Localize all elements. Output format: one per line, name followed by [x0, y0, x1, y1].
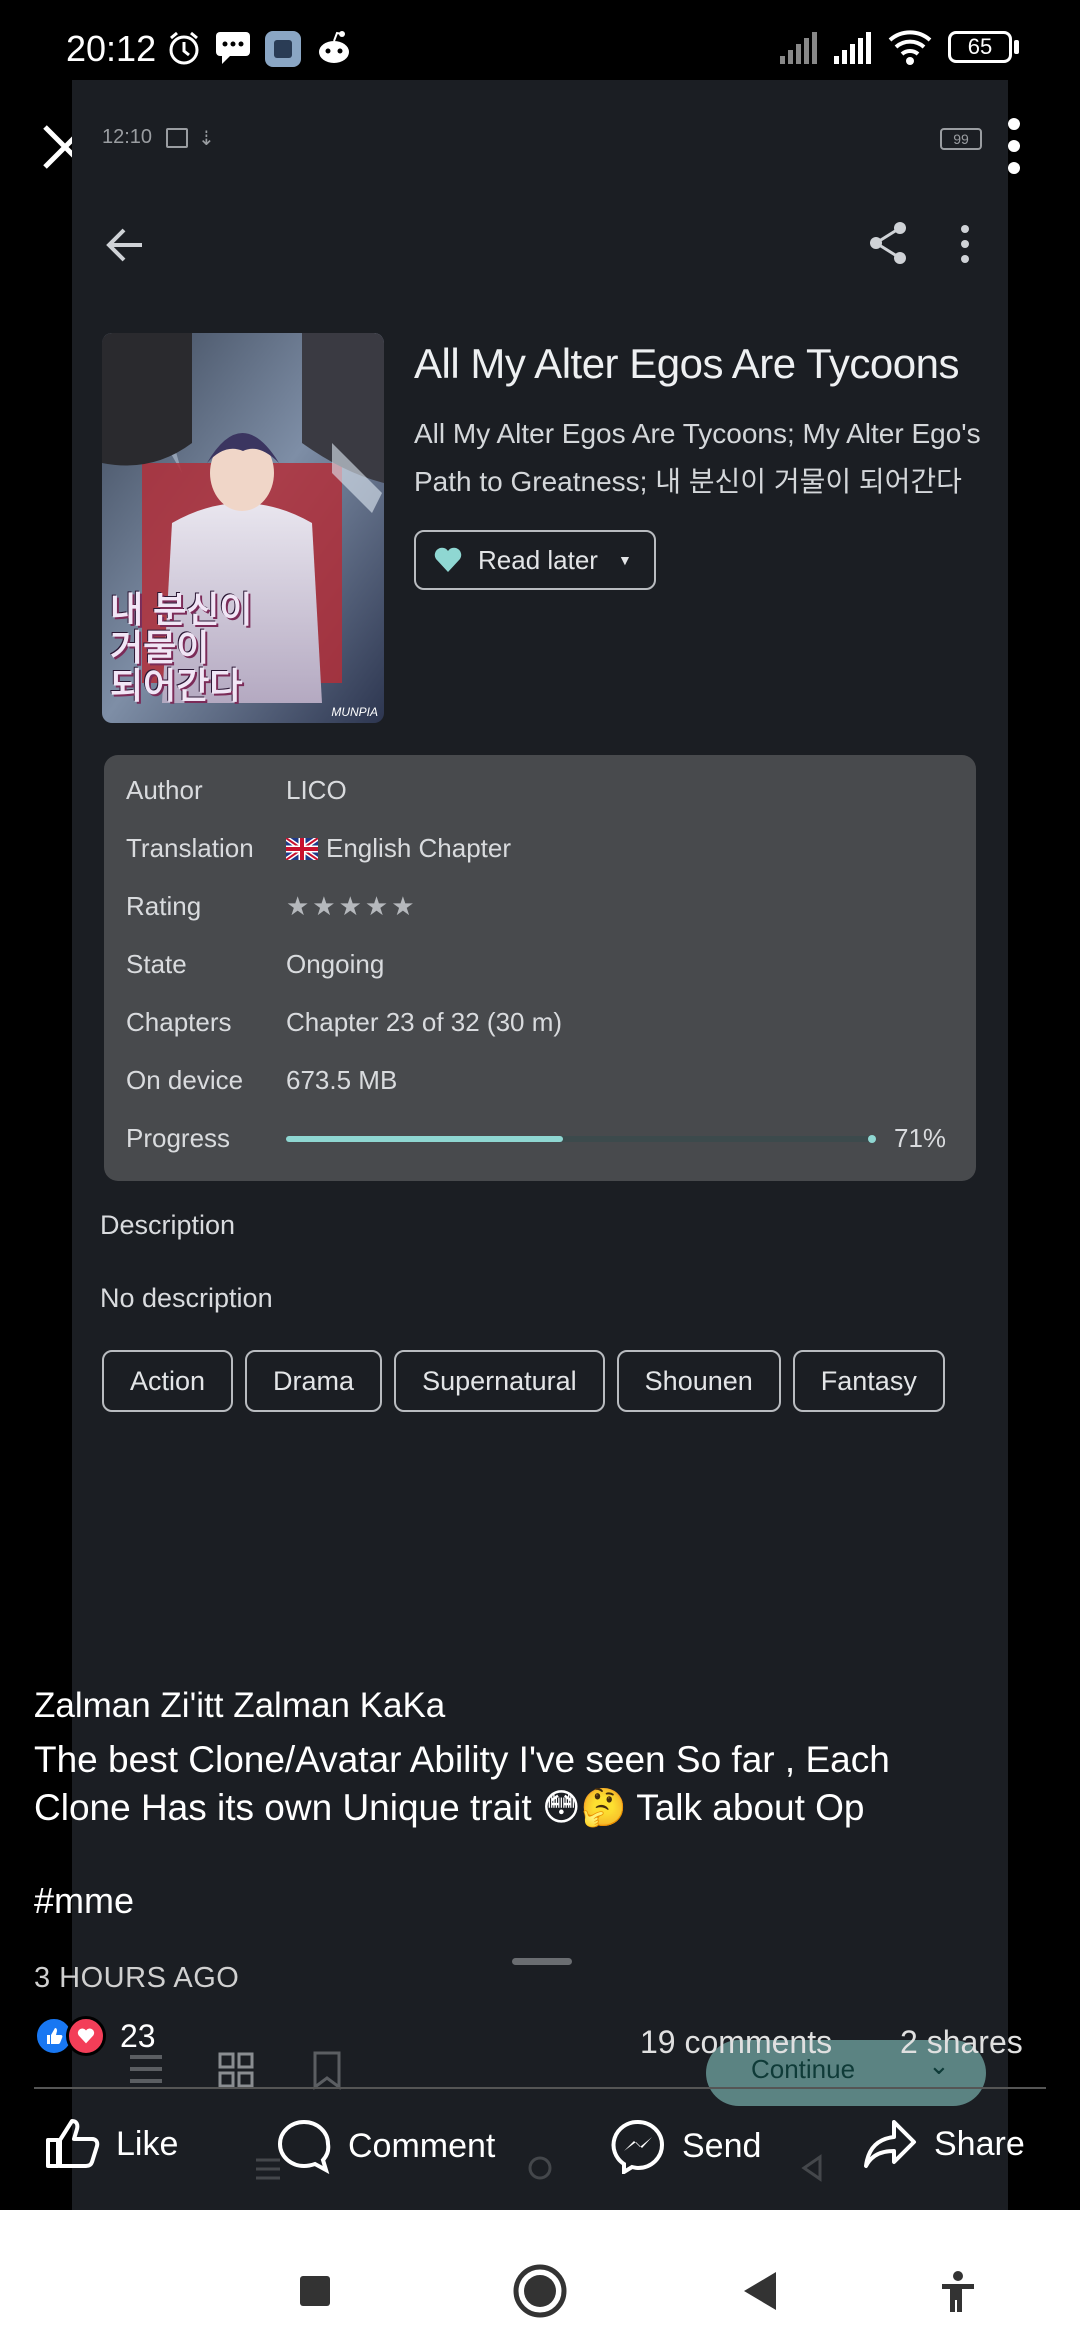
genre-tags: Action Drama Supernatural Shounen Fantas…	[102, 1350, 945, 1412]
translation-value: English Chapter	[326, 833, 511, 863]
like-button[interactable]: Like	[44, 2118, 178, 2170]
send-button[interactable]: Send	[610, 2118, 761, 2174]
back-icon[interactable]	[742, 2270, 780, 2312]
status-time: 20:12	[66, 28, 157, 69]
post-line: Clone Has its own Unique trait 😳🤔 Talk a…	[34, 1787, 865, 1828]
progress-bar	[286, 1135, 876, 1143]
cover-title-line: 내 분신이	[110, 589, 253, 630]
battery-indicator: 65	[948, 31, 1012, 63]
tag-chip[interactable]: Action	[102, 1350, 234, 1412]
comment-icon	[278, 2119, 331, 2174]
comment-label: Comment	[348, 2126, 496, 2165]
translation-label: Translation	[126, 833, 254, 863]
post-timestamp: 3 HOURS AGO	[34, 1962, 240, 1994]
app-icon	[265, 31, 301, 67]
back-arrow-icon[interactable]	[104, 224, 146, 266]
tag-chip[interactable]: Shounen	[616, 1350, 781, 1412]
state-label: State	[126, 949, 187, 979]
manga-title: All My Alter Egos Are Tycoons	[414, 340, 959, 387]
inner-home-icon	[528, 2156, 552, 2180]
post-author[interactable]: Zalman Zi'itt Zalman KaKa	[34, 1686, 445, 1726]
author-label: Author	[126, 775, 203, 805]
grid-icon[interactable]	[218, 2052, 254, 2088]
chevron-down-icon: ▼	[617, 552, 632, 568]
share-button[interactable]: Share	[862, 2118, 1025, 2170]
post-body: The best Clone/Avatar Ability I've seen …	[34, 1736, 1054, 1832]
alt-title-line: Path to Greatness; 내 분신이 거물이 되어간다	[414, 466, 962, 497]
progress-label: Progress	[126, 1123, 231, 1153]
tag-chip[interactable]: Supernatural	[394, 1350, 605, 1412]
cover-title: 내 분신이 거물이 되어간다	[110, 591, 252, 705]
reactions-summary[interactable]: 23	[34, 2016, 156, 2056]
tag-chip[interactable]: Drama	[245, 1350, 383, 1412]
signal-icon	[834, 32, 871, 64]
send-label: Send	[682, 2126, 762, 2165]
heart-icon	[434, 547, 462, 572]
inner-gallery-icon	[166, 128, 188, 148]
uk-flag-icon	[286, 837, 318, 860]
recents-icon[interactable]	[298, 2274, 332, 2308]
tag-chip[interactable]: Fantasy	[792, 1350, 945, 1412]
like-label: Like	[116, 2124, 179, 2163]
progress-fill	[286, 1136, 564, 1142]
inner-back-icon	[801, 2154, 822, 2182]
share-label: Share	[934, 2124, 1025, 2163]
post-line: The best Clone/Avatar Ability I've seen …	[34, 1739, 890, 1780]
inner-status-time: 12:10	[102, 126, 153, 148]
rating-label: Rating	[126, 891, 202, 921]
comment-button[interactable]: Comment	[276, 2118, 495, 2174]
translation-value-wrap: English Chapter	[286, 833, 511, 864]
description-text: No description	[100, 1283, 273, 1313]
wifi-icon	[888, 30, 932, 65]
more-vertical-icon[interactable]	[958, 224, 972, 264]
rating-stars: ★★★★★	[286, 891, 418, 921]
chapters-label: Chapters	[126, 1007, 232, 1037]
device-value: 673.5 MB	[286, 1065, 398, 1095]
read-later-button[interactable]: Read later ▼	[414, 530, 656, 590]
battery-level: 65	[967, 34, 993, 59]
system-nav-bar	[0, 2210, 1080, 2340]
comments-count[interactable]: 19 comments	[640, 2024, 832, 2061]
messenger-icon	[611, 2119, 664, 2174]
battery-tip	[1014, 40, 1019, 54]
sheet-handle[interactable]	[512, 1958, 572, 1965]
signal-icon	[780, 32, 817, 64]
manga-cover[interactable]: 내 분신이 거물이 되어간다 MUNPIA	[102, 333, 384, 723]
list-icon[interactable]	[128, 2052, 164, 2086]
chapters-value: Chapter 23 of 32 (30 m)	[286, 1007, 563, 1037]
description-heading: Description	[100, 1210, 236, 1240]
divider	[34, 2087, 1046, 2089]
reaction-count: 23	[120, 2017, 156, 2054]
like-icon	[46, 2119, 100, 2168]
home-icon[interactable]	[513, 2264, 567, 2318]
author-value[interactable]: LICO	[286, 775, 347, 806]
love-reaction-icon	[66, 2016, 106, 2056]
alarm-icon	[169, 31, 199, 65]
cover-title-line: 거물이	[110, 627, 210, 668]
inner-download-icon: ⇣	[198, 128, 215, 150]
state-value: Ongoing	[286, 949, 385, 979]
alt-title-line: All My Alter Egos Are Tycoons; My Alter …	[414, 418, 981, 449]
read-later-label: Read later	[478, 544, 598, 575]
cover-title-line: 되어간다	[110, 665, 243, 706]
inner-menu-icon	[256, 2158, 280, 2180]
shares-count[interactable]: 2 shares	[900, 2024, 1023, 2061]
progress-end-dot	[868, 1135, 876, 1143]
inner-battery: 99	[940, 128, 982, 150]
share-arrow-icon	[864, 2120, 916, 2168]
bookmark-icon[interactable]	[312, 2050, 342, 2090]
accessibility-icon[interactable]	[938, 2270, 978, 2314]
chat-icon	[216, 32, 250, 64]
reddit-icon	[319, 31, 349, 63]
device-label: On device	[126, 1065, 244, 1095]
progress-percent: 71%	[894, 1123, 947, 1153]
share-icon[interactable]	[866, 220, 910, 266]
alternative-titles: All My Alter Egos Are Tycoons; My Alter …	[414, 410, 1014, 506]
info-card: Author LICO Translation English Chapter …	[104, 755, 976, 1181]
post-hashtag[interactable]: #mme	[34, 1880, 134, 1922]
cover-brand: MUNPIA	[331, 705, 378, 719]
inner-battery-level: 99	[953, 131, 969, 147]
